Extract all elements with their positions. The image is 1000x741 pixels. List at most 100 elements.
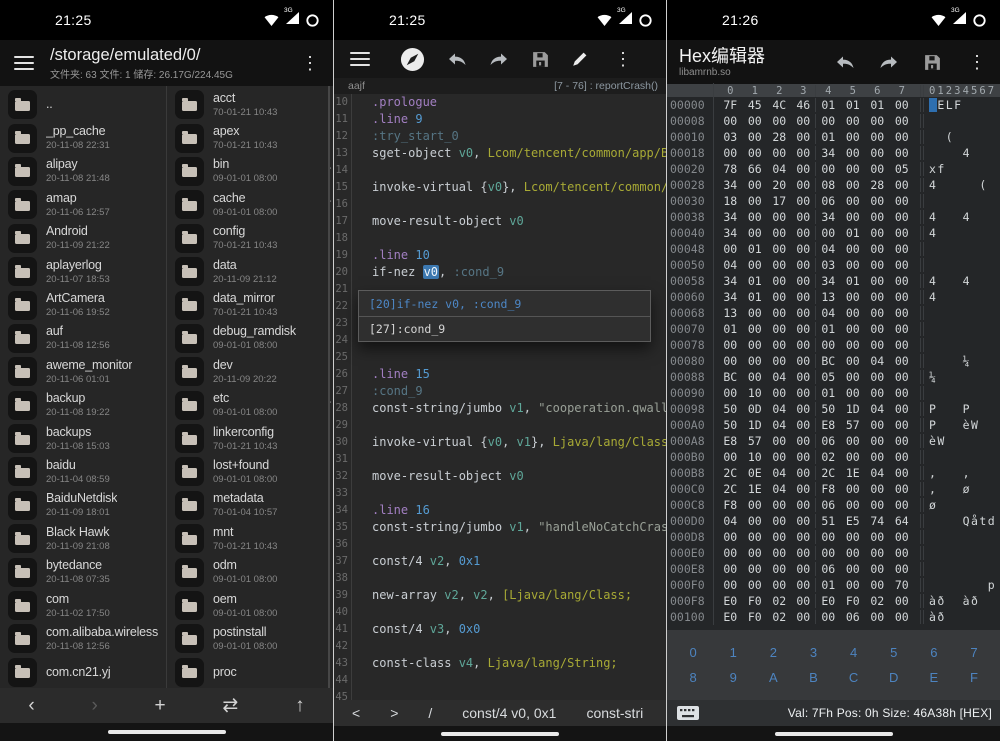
hex-byte[interactable]: 00: [890, 306, 915, 320]
ascii-char[interactable]: [988, 386, 996, 400]
ascii-char[interactable]: 4: [929, 226, 937, 240]
hex-byte[interactable]: 00: [890, 434, 915, 448]
hex-byte[interactable]: 34: [718, 210, 743, 224]
code-line[interactable]: 10.prologue: [334, 94, 666, 111]
ascii-char[interactable]: [979, 258, 987, 272]
undo-icon[interactable]: [445, 51, 468, 67]
file-row[interactable]: data20-11-09 21:12: [167, 255, 332, 288]
ascii-char[interactable]: [954, 194, 962, 208]
hex-byte[interactable]: 00: [890, 546, 915, 560]
ascii-char[interactable]: [937, 194, 945, 208]
hex-byte[interactable]: 00: [792, 402, 817, 416]
hex-byte[interactable]: 04: [767, 418, 792, 432]
file-row[interactable]: backups20-11-08 15:03: [0, 422, 166, 455]
hex-byte[interactable]: 00: [792, 322, 817, 336]
hex-byte[interactable]: 04: [816, 242, 841, 256]
hex-byte[interactable]: 00: [767, 354, 792, 368]
ascii-char[interactable]: [979, 162, 987, 176]
hex-byte[interactable]: 00: [841, 578, 866, 592]
hex-byte[interactable]: 00: [816, 162, 841, 176]
save-icon[interactable]: [531, 50, 550, 69]
ascii-char[interactable]: [988, 402, 996, 416]
hex-byte[interactable]: 08: [816, 178, 841, 192]
hex-byte[interactable]: 00: [841, 338, 866, 352]
hex-byte[interactable]: 00: [890, 210, 915, 224]
hex-byte[interactable]: 04: [865, 402, 890, 416]
ascii-char[interactable]: [988, 114, 996, 128]
hex-byte[interactable]: 00: [841, 450, 866, 464]
ascii-char[interactable]: [971, 274, 979, 288]
ascii-char[interactable]: è: [929, 434, 937, 448]
hex-byte[interactable]: 00: [792, 274, 817, 288]
code-line[interactable]: 25: [334, 349, 666, 366]
scroll-top-icon[interactable]: ↑: [295, 696, 305, 715]
hex-byte[interactable]: 01: [816, 130, 841, 144]
hex-byte[interactable]: 00: [890, 226, 915, 240]
hex-byte[interactable]: 00: [841, 354, 866, 368]
hex-byte[interactable]: 00: [841, 162, 866, 176]
ascii-char[interactable]: [979, 306, 987, 320]
ascii-char[interactable]: [988, 306, 996, 320]
hex-byte[interactable]: 04: [767, 482, 792, 496]
file-row[interactable]: linkerconfig70-01-21 10:43: [167, 422, 332, 455]
keypad-key-7[interactable]: 7: [954, 645, 994, 660]
ascii-char[interactable]: [979, 594, 987, 608]
ascii-char[interactable]: [946, 546, 954, 560]
ascii-char[interactable]: [954, 242, 962, 256]
file-row[interactable]: aplayerlog20-11-07 18:53: [0, 255, 166, 288]
hex-byte[interactable]: 00: [792, 354, 817, 368]
code-line[interactable]: 35const-string/jumbo v1, "handleNoCatchC…: [334, 519, 666, 536]
hex-byte[interactable]: 00: [792, 114, 817, 128]
gesture-handle[interactable]: [108, 730, 226, 734]
ascii-char[interactable]: [979, 226, 987, 240]
ascii-char[interactable]: [954, 530, 962, 544]
hex-byte[interactable]: 00: [841, 386, 866, 400]
ascii-char[interactable]: [937, 146, 945, 160]
hex-byte[interactable]: 34: [816, 210, 841, 224]
hex-byte[interactable]: 00: [743, 530, 768, 544]
hex-byte[interactable]: 00: [767, 562, 792, 576]
hex-byte[interactable]: 00: [865, 562, 890, 576]
hex-byte[interactable]: 06: [816, 498, 841, 512]
ascii-char[interactable]: [988, 146, 996, 160]
hex-byte[interactable]: 2C: [718, 482, 743, 496]
ascii-char[interactable]: [988, 194, 996, 208]
hex-cursor[interactable]: [929, 98, 937, 112]
keypad-key-2[interactable]: 2: [753, 645, 793, 660]
ascii-char[interactable]: [946, 402, 954, 416]
ascii-char[interactable]: [946, 386, 954, 400]
file-row[interactable]: oem09-01-01 08:00: [167, 589, 332, 622]
menu-icon[interactable]: [350, 52, 370, 66]
hex-byte[interactable]: 00: [865, 162, 890, 176]
hex-byte[interactable]: 02: [767, 594, 792, 608]
code-line[interactable]: 33: [334, 485, 666, 502]
code-line[interactable]: 11.line 9: [334, 111, 666, 128]
ascii-char[interactable]: [954, 466, 962, 480]
hex-byte[interactable]: 00: [865, 290, 890, 304]
hex-byte[interactable]: 00: [890, 610, 915, 624]
hex-byte[interactable]: 06: [816, 562, 841, 576]
hex-byte[interactable]: 00: [816, 610, 841, 624]
ascii-char[interactable]: [963, 562, 971, 576]
ascii-char[interactable]: [929, 386, 937, 400]
ascii-char[interactable]: [971, 338, 979, 352]
hex-byte[interactable]: 00: [792, 226, 817, 240]
hex-byte[interactable]: 00: [743, 322, 768, 336]
snippet-button[interactable]: /: [428, 705, 432, 721]
swap-window-icon[interactable]: ⇄: [222, 696, 238, 715]
hex-byte[interactable]: 00: [718, 546, 743, 560]
ascii-char[interactable]: E: [937, 98, 945, 112]
hex-byte[interactable]: 50: [816, 402, 841, 416]
ascii-char[interactable]: [963, 258, 971, 272]
hex-byte[interactable]: 05: [890, 162, 915, 176]
file-row[interactable]: odm09-01-01 08:00: [167, 555, 332, 588]
ascii-char[interactable]: [946, 114, 954, 128]
ascii-char[interactable]: P: [963, 402, 971, 416]
ascii-char[interactable]: [971, 322, 979, 336]
file-row[interactable]: acct70-01-21 10:43: [167, 88, 332, 121]
code-line[interactable]: 20if-nez v0, :cond_9: [334, 264, 666, 281]
ascii-char[interactable]: [971, 162, 979, 176]
ascii-char[interactable]: [988, 258, 996, 272]
ascii-char[interactable]: [979, 498, 987, 512]
ascii-char[interactable]: [946, 322, 954, 336]
